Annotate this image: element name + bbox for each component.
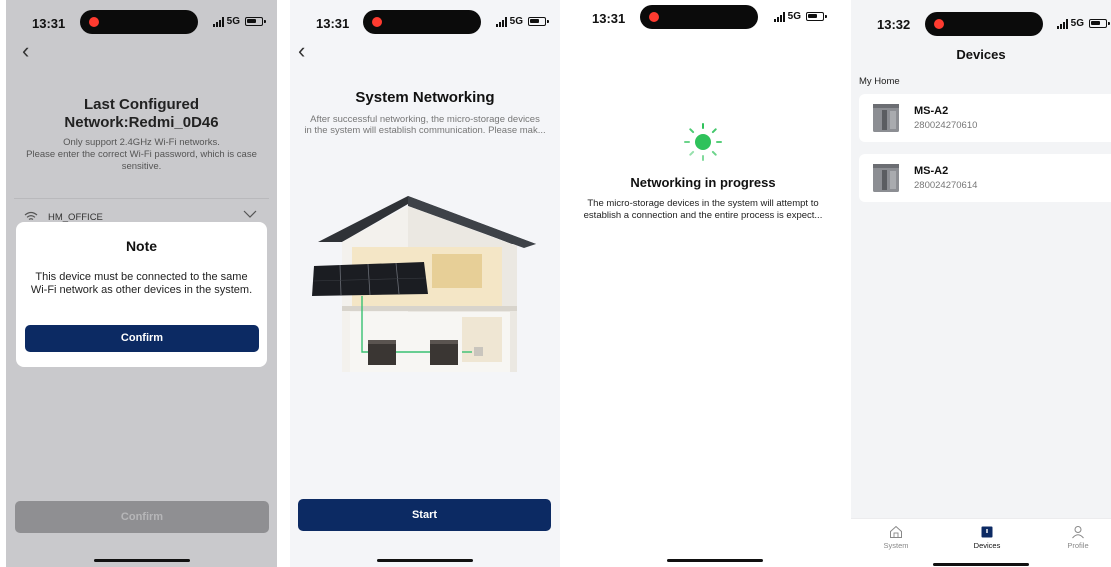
status-indicators: 5G (212, 16, 266, 27)
page-title: System Networking (355, 89, 495, 106)
house-icon (890, 525, 902, 538)
status-bar: 13:31 5G (6, 0, 277, 46)
dialog-message: This device must be connected to the sam… (30, 271, 253, 296)
back-arrow-icon[interactable]: ‹ (22, 40, 29, 62)
status-time: 13:32 (877, 17, 911, 32)
description-line-1: After successful networking, the micro-s… (310, 114, 540, 125)
battery-icon (1089, 19, 1110, 28)
start-button[interactable]: Start (298, 499, 551, 531)
status-indicators: 5G (773, 11, 827, 22)
tab-bar: System Devices Profile (851, 518, 1111, 567)
home-indicator (93, 559, 190, 562)
battery-icon (528, 17, 549, 26)
device-serial: 280024270610 (914, 120, 978, 131)
hint-line-1: Only support 2.4GHz Wi-Fi networks. (63, 137, 220, 148)
status-time: 13:31 (32, 16, 66, 31)
device-serial: 280024270614 (914, 180, 978, 191)
description-line-1: The micro-storage devices in the system … (587, 198, 819, 209)
battery-icon (245, 17, 266, 26)
dynamic-island (363, 10, 481, 34)
screen-devices: 13:32 5G Devices My Home MS-A2 280024270… (851, 0, 1111, 567)
page-title: Last Configured Network:Redmi_0D46 (6, 96, 277, 132)
status-time: 13:31 (592, 11, 626, 26)
page-title: Devices (956, 47, 1006, 62)
description-line-2: establish a connection and the entire pr… (583, 210, 823, 221)
dynamic-island (640, 5, 758, 29)
warm-light (432, 254, 482, 288)
wifi-hint: Only support 2.4GHz Wi-Fi networks. Plea… (24, 137, 259, 173)
device-card[interactable]: MS-A2 280024270614 (859, 154, 1111, 202)
network-type: 5G (509, 16, 523, 27)
hint-line-2: Please enter the correct Wi-Fi password,… (26, 149, 257, 172)
signal-icon (212, 16, 224, 27)
network-type: 5G (1070, 18, 1084, 29)
home-indicator (667, 559, 763, 562)
network-type: 5G (226, 16, 240, 27)
dialog-confirm-button[interactable]: Confirm (25, 325, 259, 352)
tab-profile[interactable]: Profile (1043, 525, 1111, 550)
dynamic-island (80, 10, 198, 34)
home-indicator (933, 563, 1029, 566)
device-name: MS-A2 (914, 165, 949, 177)
device-icon (981, 526, 993, 538)
loading-spinner-icon (684, 123, 722, 161)
progress-title: Networking in progress (630, 175, 776, 190)
signal-icon (495, 16, 507, 27)
tab-label: Devices (973, 541, 1001, 550)
storage-device-icon (873, 164, 899, 192)
storage-unit-2-top (430, 340, 458, 344)
recording-dot-icon (89, 17, 99, 27)
dynamic-island (925, 12, 1043, 36)
device-name: MS-A2 (914, 105, 949, 117)
network-type: 5G (787, 11, 801, 22)
battery-icon (806, 12, 827, 21)
recording-dot-icon (934, 19, 944, 29)
page-description: After successful networking, the micro-s… (298, 114, 552, 136)
status-bar: 13:31 5G (290, 0, 560, 46)
progress-description: The micro-storage devices in the system … (574, 198, 832, 222)
recording-dot-icon (649, 12, 659, 22)
device-card[interactable]: MS-A2 280024270610 (859, 94, 1111, 142)
home-indicator (377, 559, 473, 562)
title-line-2: Network:Redmi_0D46 (64, 114, 219, 131)
screen-networking-progress: 13:31 5G Networking in progress The micr… (568, 0, 838, 567)
wall-socket-icon (474, 347, 483, 356)
floor-slab (342, 306, 517, 311)
recording-dot-icon (372, 17, 382, 27)
status-bar: 13:32 5G (851, 0, 1111, 46)
storage-device-icon (873, 104, 899, 132)
solar-panels (312, 262, 428, 296)
back-arrow-icon[interactable]: ‹ (298, 40, 305, 62)
dialog-title: Note (125, 238, 158, 254)
storage-unit-1-top (368, 340, 396, 344)
tab-label: Profile (1067, 541, 1089, 550)
tab-devices[interactable]: Devices (952, 525, 1022, 550)
confirm-button-disabled[interactable]: Confirm (15, 501, 269, 533)
screen-wifi-config: 13:31 5G ‹ Last Configured Network:Redmi… (6, 0, 277, 567)
person-icon (1072, 526, 1084, 539)
status-bar: 13:31 5G (568, 0, 838, 46)
screen-system-networking: 13:31 5G ‹ System Networking After succe… (290, 0, 560, 567)
house-illustration (312, 196, 536, 372)
section-header: My Home (859, 76, 900, 87)
signal-icon (773, 11, 785, 22)
status-indicators: 5G (495, 16, 549, 27)
description-line-2: in the system will establish communicati… (304, 125, 546, 136)
status-indicators: 5G (1056, 18, 1110, 29)
tab-label: System (883, 541, 909, 550)
status-time: 13:31 (316, 16, 350, 31)
tab-system[interactable]: System (861, 525, 931, 550)
note-dialog: Note This device must be connected to th… (16, 222, 267, 367)
chevron-down-icon (243, 207, 257, 221)
title-line-1: Last Configured (84, 96, 199, 113)
signal-icon (1056, 18, 1068, 29)
